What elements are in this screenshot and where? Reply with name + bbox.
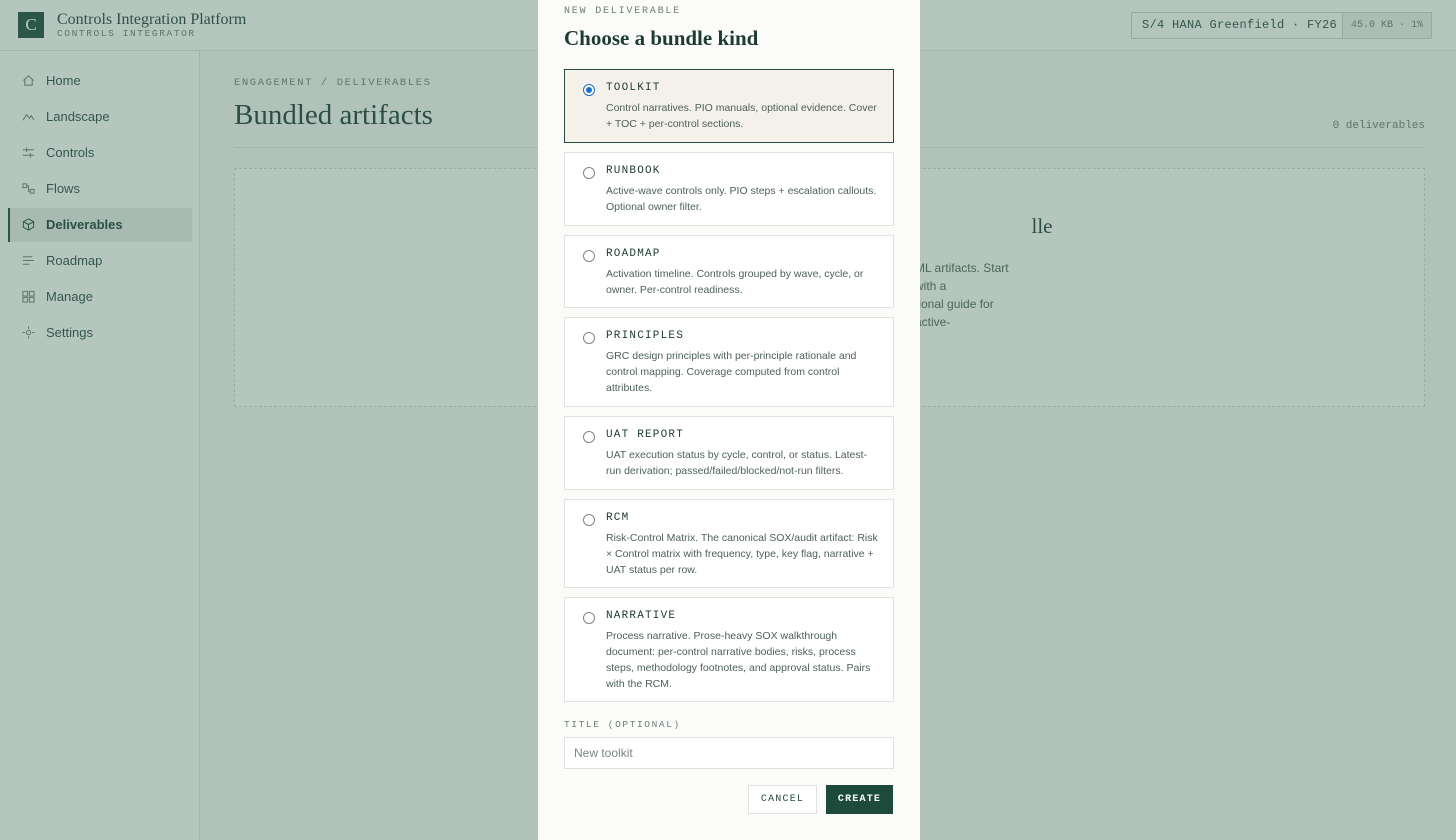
- bundle-option-name: NARRATIVE: [606, 610, 677, 622]
- bundle-option-description: Activation timeline. Controls grouped by…: [606, 268, 864, 296]
- bundle-option-runbook[interactable]: RUNBOOK Active-wave controls only. PIO s…: [564, 152, 894, 226]
- bundle-option-uat-report[interactable]: UAT REPORT UAT execution status by cycle…: [564, 416, 894, 490]
- radio-button[interactable]: [583, 514, 595, 526]
- bundle-option-name: RCM: [606, 512, 630, 524]
- bundle-option-toolkit[interactable]: TOOLKIT Control narratives. PIO manuals,…: [564, 69, 894, 143]
- radio-button[interactable]: [583, 332, 595, 344]
- bundle-option-rcm[interactable]: RCM Risk-Control Matrix. The canonical S…: [564, 499, 894, 588]
- bundle-option-description: Active-wave controls only. PIO steps + e…: [606, 185, 877, 213]
- bundle-option-description: Process narrative. Prose-heavy SOX walkt…: [606, 630, 871, 690]
- radio-button[interactable]: [583, 250, 595, 262]
- new-deliverable-dialog: NEW DELIVERABLE Choose a bundle kind TOO…: [538, 0, 920, 840]
- dialog-eyebrow: NEW DELIVERABLE: [564, 6, 682, 17]
- create-button[interactable]: CREATE: [826, 785, 893, 814]
- bundle-option-description: Risk-Control Matrix. The canonical SOX/a…: [606, 532, 878, 576]
- bundle-option-principles[interactable]: PRINCIPLES GRC design principles with pe…: [564, 317, 894, 407]
- radio-button[interactable]: [583, 431, 595, 443]
- bundle-option-roadmap[interactable]: ROADMAP Activation timeline. Controls gr…: [564, 235, 894, 308]
- cancel-button[interactable]: CANCEL: [748, 785, 817, 814]
- bundle-option-description: UAT execution status by cycle, control, …: [606, 449, 868, 477]
- bundle-option-name: RUNBOOK: [606, 165, 661, 177]
- bundle-option-name: PRINCIPLES: [606, 330, 685, 342]
- dialog-title: Choose a bundle kind: [564, 26, 759, 50]
- radio-button-selected[interactable]: [583, 84, 595, 96]
- bundle-option-narrative[interactable]: NARRATIVE Process narrative. Prose-heavy…: [564, 597, 894, 702]
- radio-button[interactable]: [583, 167, 595, 179]
- bundle-option-name: UAT REPORT: [606, 429, 685, 441]
- radio-button[interactable]: [583, 612, 595, 624]
- bundle-option-name: ROADMAP: [606, 248, 661, 260]
- title-input[interactable]: [564, 737, 894, 769]
- title-field-label: TITLE (OPTIONAL): [564, 719, 681, 730]
- bundle-option-description: Control narratives. PIO manuals, optiona…: [606, 102, 877, 130]
- bundle-option-description: GRC design principles with per-principle…: [606, 350, 857, 394]
- bundle-option-name: TOOLKIT: [606, 82, 661, 94]
